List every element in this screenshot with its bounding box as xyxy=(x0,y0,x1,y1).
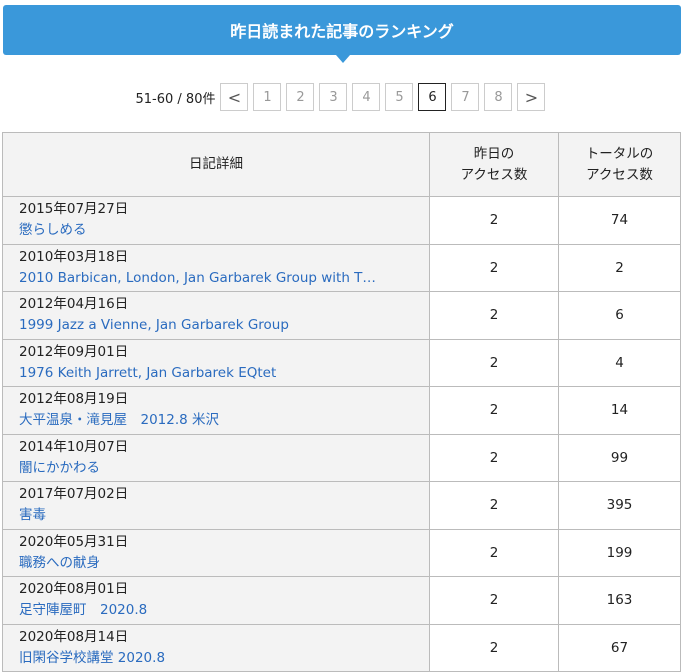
detail-cell: 2014年10月07日闇にかかわる xyxy=(2,433,430,482)
chevron-right-icon: > xyxy=(524,87,539,107)
table-row: 2020年08月14日旧閑谷学校講堂 2020.8 2 67 xyxy=(2,623,681,672)
entry-link[interactable]: 1976 Keith Jarrett, Jan Garbarek EQtet xyxy=(19,363,411,384)
table-row: 2017年07月02日害毒 2 395 xyxy=(2,481,681,530)
entry-link[interactable]: 足守陣屋町 2020.8 xyxy=(19,600,411,621)
entry-date: 2020年08月01日 xyxy=(19,581,129,598)
yesterday-access-count: 2 xyxy=(429,386,559,435)
entry-date: 2017年07月02日 xyxy=(19,486,129,503)
page-button-7[interactable]: 7 xyxy=(451,83,480,111)
total-access-count: 2 xyxy=(558,243,681,292)
banner-pointer xyxy=(336,55,350,63)
result-count: 51-60 / 80件 xyxy=(135,91,216,107)
table-row: 2015年07月27日懲らしめる 2 74 xyxy=(2,196,681,245)
yesterday-access-count: 2 xyxy=(429,196,559,245)
table-row: 2012年08月19日大平温泉・滝見屋 2012.8 米沢 2 14 xyxy=(2,386,681,435)
table-row: 2020年08月01日足守陣屋町 2020.8 2 163 xyxy=(2,576,681,625)
page-button-2[interactable]: 2 xyxy=(286,83,315,111)
yesterday-access-count: 2 xyxy=(429,623,559,672)
header-total-access: トータルの アクセス数 xyxy=(558,132,681,197)
page-button-8[interactable]: 8 xyxy=(484,83,513,111)
page-button-3[interactable]: 3 xyxy=(319,83,348,111)
yesterday-access-count: 2 xyxy=(429,481,559,530)
detail-cell: 2015年07月27日懲らしめる xyxy=(2,196,430,245)
pagination: 51-60 / 80件 < 12345678 > xyxy=(0,83,686,111)
entry-link[interactable]: 懲らしめる xyxy=(19,220,411,241)
detail-cell: 2012年04月16日 1999 Jazz a Vienne, Jan Garba… xyxy=(2,291,430,340)
page-title: 昨日読まれた記事のランキング xyxy=(230,22,454,41)
table-row: 2010年03月18日 2010 Barbican, London, Jan Ga… xyxy=(2,243,681,292)
detail-cell: 2020年08月14日旧閑谷学校講堂 2020.8 xyxy=(2,623,430,672)
chevron-left-icon: < xyxy=(227,87,242,107)
yesterday-access-count: 2 xyxy=(429,243,559,292)
yesterday-access-count: 2 xyxy=(429,576,559,625)
table-row: 2012年04月16日 1999 Jazz a Vienne, Jan Garba… xyxy=(2,291,681,340)
entry-date: 2020年05月31日 xyxy=(19,533,129,550)
entry-link[interactable]: 旧閑谷学校講堂 2020.8 xyxy=(19,648,411,669)
entry-date: 2014年10月07日 xyxy=(19,438,129,455)
entry-link[interactable]: 大平温泉・滝見屋 2012.8 米沢 xyxy=(19,410,411,431)
page-button-6[interactable]: 6 xyxy=(418,83,447,111)
yesterday-access-count: 2 xyxy=(429,528,559,577)
entry-date: 2012年08月19日 xyxy=(19,391,129,408)
yesterday-access-count: 2 xyxy=(429,433,559,482)
header-yesterday-access: 昨日の アクセス数 xyxy=(429,132,559,197)
total-access-count: 67 xyxy=(558,623,681,672)
page-button-5[interactable]: 5 xyxy=(385,83,414,111)
ranking-banner: 昨日読まれた記事のランキング xyxy=(3,5,681,55)
total-access-count: 14 xyxy=(558,386,681,435)
detail-cell: 2012年09月01日 1976 Keith Jarrett, Jan Garba… xyxy=(2,338,430,387)
detail-cell: 2012年08月19日大平温泉・滝見屋 2012.8 米沢 xyxy=(2,386,430,435)
total-access-count: 199 xyxy=(558,528,681,577)
detail-cell: 2020年05月31日職務への献身 xyxy=(2,528,430,577)
page-button-1[interactable]: 1 xyxy=(253,83,282,111)
detail-cell: 2020年08月01日足守陣屋町 2020.8 xyxy=(2,576,430,625)
entry-link[interactable]: 職務への献身 xyxy=(19,553,411,574)
table-row: 2012年09月01日 1976 Keith Jarrett, Jan Garba… xyxy=(2,338,681,387)
yesterday-access-count: 2 xyxy=(429,338,559,387)
entry-link[interactable]: 2010 Barbican, London, Jan Garbarek Grou… xyxy=(19,268,411,289)
detail-cell: 2017年07月02日害毒 xyxy=(2,481,430,530)
total-access-count: 74 xyxy=(558,196,681,245)
header-detail: 日記詳細 xyxy=(2,132,430,197)
total-access-count: 163 xyxy=(558,576,681,625)
entry-date: 2012年09月01日 xyxy=(19,343,129,360)
prev-page-button[interactable]: < xyxy=(220,83,249,111)
entry-date: 2012年04月16日 xyxy=(19,296,129,313)
entry-link[interactable]: 1999 Jazz a Vienne, Jan Garbarek Group xyxy=(19,315,411,336)
entry-date: 2015年07月27日 xyxy=(19,201,129,218)
total-access-count: 395 xyxy=(558,481,681,530)
next-page-button[interactable]: > xyxy=(517,83,546,111)
yesterday-access-count: 2 xyxy=(429,291,559,340)
total-access-count: 6 xyxy=(558,291,681,340)
entry-link[interactable]: 害毒 xyxy=(19,505,411,526)
table-row: 2020年05月31日職務への献身 2 199 xyxy=(2,528,681,577)
total-access-count: 4 xyxy=(558,338,681,387)
entry-date: 2010年03月18日 xyxy=(19,248,129,265)
total-access-count: 99 xyxy=(558,433,681,482)
table-row: 2014年10月07日闇にかかわる 2 99 xyxy=(2,433,681,482)
page-button-4[interactable]: 4 xyxy=(352,83,381,111)
detail-cell: 2010年03月18日 2010 Barbican, London, Jan Ga… xyxy=(2,243,430,292)
ranking-table: 日記詳細 昨日の アクセス数 トータルの アクセス数 2015年07月27日懲ら… xyxy=(2,132,681,672)
entry-link[interactable]: 闇にかかわる xyxy=(19,458,411,479)
entry-date: 2020年08月14日 xyxy=(19,628,129,645)
